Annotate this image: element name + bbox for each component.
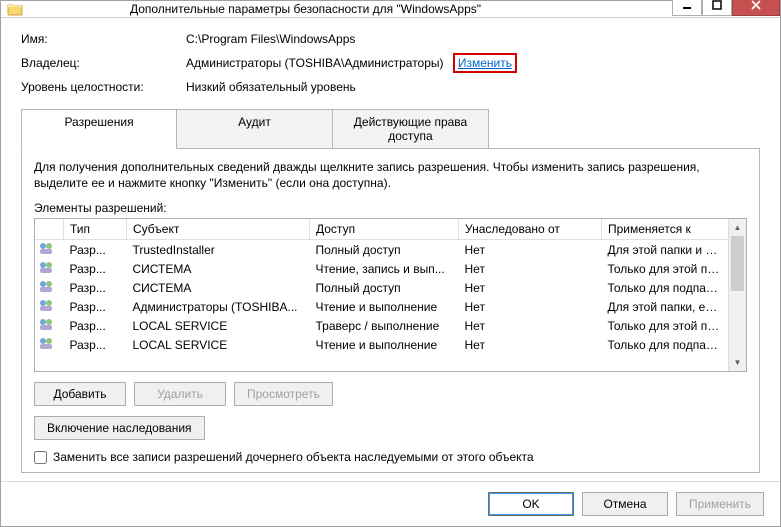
- integrity-value: Низкий обязательный уровень: [186, 80, 760, 94]
- cell-inherited: Нет: [459, 278, 602, 297]
- ok-button[interactable]: OK: [488, 492, 574, 516]
- cell-access: Чтение и выполнение: [310, 297, 459, 316]
- column-subject[interactable]: Субъект: [127, 219, 310, 240]
- cell-type: Разр...: [64, 316, 127, 335]
- column-access[interactable]: Доступ: [310, 219, 459, 240]
- cell-applies: Только для этой папки: [602, 259, 729, 278]
- tab-permissions[interactable]: Разрешения: [21, 109, 177, 149]
- replace-child-permissions-checkbox[interactable]: [34, 451, 47, 464]
- table-row[interactable]: Разр...Администраторы (TOSHIBA...Чтение …: [35, 297, 728, 316]
- instructions-text: Для получения дополнительных сведений дв…: [34, 159, 747, 191]
- scroll-up-icon[interactable]: ▲: [729, 219, 746, 236]
- owner-value: Администраторы (TOSHIBA\Администраторы): [186, 56, 444, 70]
- cell-access: Траверс / выполнение: [310, 316, 459, 335]
- cell-subject: СИСТЕМА: [127, 278, 310, 297]
- add-button[interactable]: Добавить: [34, 382, 126, 406]
- tab-body-permissions: Для получения дополнительных сведений дв…: [21, 148, 760, 473]
- name-label: Имя:: [21, 32, 186, 46]
- titlebar: Дополнительные параметры безопасности дл…: [1, 1, 780, 18]
- table-row[interactable]: Разр...СИСТЕМАПолный доступНетТолько для…: [35, 278, 728, 297]
- group-icon: [38, 335, 54, 351]
- apply-button: Применить: [676, 492, 764, 516]
- scroll-down-icon[interactable]: ▼: [729, 354, 746, 371]
- cell-access: Чтение и выполнение: [310, 335, 459, 354]
- cell-type: Разр...: [64, 259, 127, 278]
- scroll-thumb[interactable]: [731, 236, 744, 291]
- cell-inherited: Нет: [459, 316, 602, 335]
- cell-type: Разр...: [64, 240, 127, 260]
- group-icon: [38, 259, 54, 275]
- tab-effective-access[interactable]: Действующие права доступа: [333, 109, 489, 149]
- cell-inherited: Нет: [459, 297, 602, 316]
- view-button: Просмотреть: [234, 382, 333, 406]
- group-icon: [38, 240, 54, 256]
- cell-subject: LOCAL SERVICE: [127, 316, 310, 335]
- enable-inheritance-button[interactable]: Включение наследования: [34, 416, 205, 440]
- column-applies[interactable]: Применяется к: [602, 219, 729, 240]
- cancel-button[interactable]: Отмена: [582, 492, 668, 516]
- maximize-button[interactable]: [702, 0, 732, 16]
- tab-audit[interactable]: Аудит: [177, 109, 333, 149]
- cell-access: Полный доступ: [310, 240, 459, 260]
- cell-applies: Только для подпапок и фай...: [602, 278, 729, 297]
- window-title: Дополнительные параметры безопасности дл…: [0, 2, 672, 16]
- table-row[interactable]: Разр...LOCAL SERVICEЧтение и выполнениеН…: [35, 335, 728, 354]
- cell-access: Полный доступ: [310, 278, 459, 297]
- permissions-list-label: Элементы разрешений:: [34, 201, 747, 215]
- cell-subject: LOCAL SERVICE: [127, 335, 310, 354]
- cell-applies: Для этой папки, ее подпап...: [602, 297, 729, 316]
- minimize-button[interactable]: [672, 0, 702, 16]
- cell-applies: Только для этой папки: [602, 316, 729, 335]
- cell-inherited: Нет: [459, 335, 602, 354]
- name-value: C:\Program Files\WindowsApps: [186, 32, 760, 46]
- owner-change-link[interactable]: Изменить: [453, 53, 517, 73]
- owner-row: Администраторы (TOSHIBA\Администраторы) …: [186, 56, 760, 70]
- remove-button: Удалить: [134, 382, 226, 406]
- cell-inherited: Нет: [459, 259, 602, 278]
- security-dialog: Дополнительные параметры безопасности дл…: [0, 0, 781, 527]
- table-row[interactable]: Разр...СИСТЕМАЧтение, запись и вып...Нет…: [35, 259, 728, 278]
- replace-child-permissions-label: Заменить все записи разрешений дочернего…: [53, 450, 534, 464]
- cell-type: Разр...: [64, 335, 127, 354]
- cell-subject: Администраторы (TOSHIBA...: [127, 297, 310, 316]
- owner-label: Владелец:: [21, 56, 186, 70]
- group-icon: [38, 316, 54, 332]
- cell-type: Разр...: [64, 297, 127, 316]
- integrity-label: Уровень целостности:: [21, 80, 186, 94]
- group-icon: [38, 278, 54, 294]
- cell-applies: Для этой папки и ее подпап...: [602, 240, 729, 260]
- table-row[interactable]: Разр...LOCAL SERVICEТраверс / выполнение…: [35, 316, 728, 335]
- cell-subject: TrustedInstaller: [127, 240, 310, 260]
- dialog-footer: OK Отмена Применить: [1, 481, 780, 526]
- cell-type: Разр...: [64, 278, 127, 297]
- table-row[interactable]: Разр...TrustedInstallerПолный доступНетД…: [35, 240, 728, 260]
- cell-access: Чтение, запись и вып...: [310, 259, 459, 278]
- group-icon: [38, 297, 54, 313]
- cell-subject: СИСТЕМА: [127, 259, 310, 278]
- vertical-scrollbar[interactable]: ▲ ▼: [728, 219, 746, 371]
- column-icon[interactable]: [35, 219, 64, 240]
- permissions-table[interactable]: Тип Субъект Доступ Унаследовано от Приме…: [34, 218, 747, 372]
- column-type[interactable]: Тип: [64, 219, 127, 240]
- close-button[interactable]: [732, 0, 780, 16]
- tab-strip: Разрешения Аудит Действующие права досту…: [21, 109, 760, 149]
- column-inherited[interactable]: Унаследовано от: [459, 219, 602, 240]
- cell-inherited: Нет: [459, 240, 602, 260]
- cell-applies: Только для подпапок и фай...: [602, 335, 729, 354]
